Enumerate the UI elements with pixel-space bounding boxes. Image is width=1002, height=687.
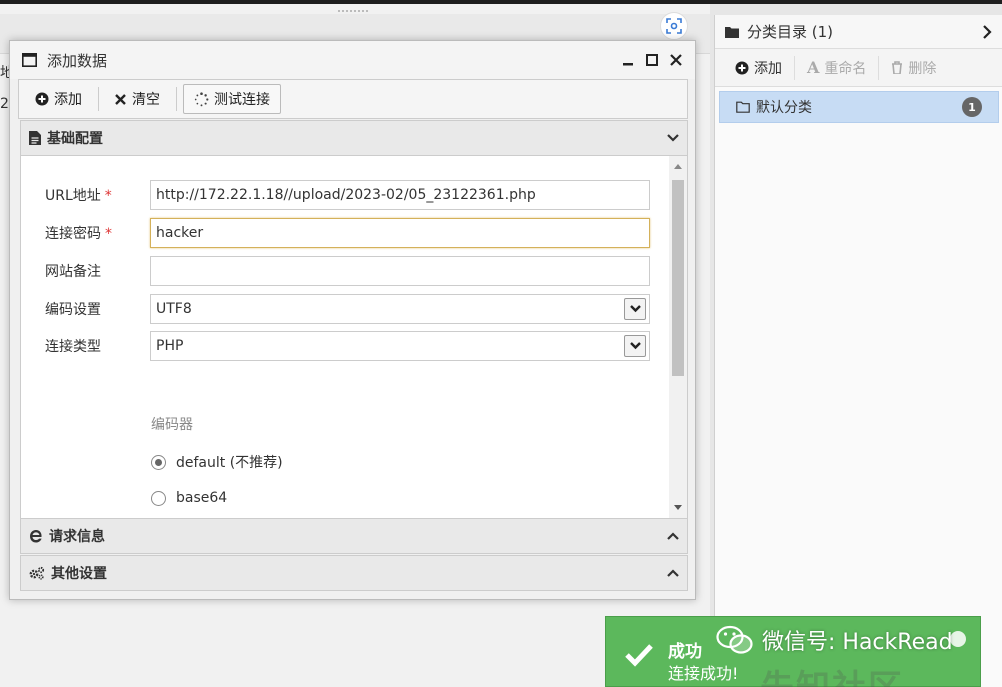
dialog-toolbar: 添加 清空 测试连接 (18, 79, 688, 119)
chevron-up-icon (667, 569, 679, 577)
gears-icon (29, 566, 45, 580)
section-request-title: 请求信息 (49, 529, 105, 545)
add-button-label: 添加 (54, 92, 82, 108)
delete-category-button[interactable]: 删除 (879, 54, 948, 82)
wechat-icon (716, 625, 753, 654)
folder-icon (725, 26, 739, 38)
scroll-thumb[interactable] (672, 180, 684, 376)
test-connection-label: 测试连接 (214, 92, 270, 108)
splitter-handle[interactable] (338, 10, 368, 13)
spinner-icon (194, 91, 209, 106)
add-category-label: 添加 (754, 60, 782, 77)
watermark: 微信号: HackRead (716, 624, 953, 656)
maximize-button[interactable] (645, 51, 659, 70)
x-icon (115, 93, 126, 105)
scroll-up-icon[interactable] (674, 164, 682, 169)
folder-open-icon (736, 101, 750, 113)
type-row: 连接类型 PHP (45, 331, 650, 361)
category-panel-header: 分类目录 (1) (715, 15, 1002, 49)
toast-title: 成功 (668, 642, 702, 662)
url-input[interactable]: http://172.22.1.18//upload/2023-02/05_23… (150, 180, 650, 210)
section-other-title: 其他设置 (51, 566, 107, 582)
plus-circle-icon (35, 92, 49, 106)
section-request-info[interactable]: 请求信息 (20, 518, 688, 554)
minimize-button[interactable] (621, 51, 635, 70)
category-count-badge: 1 (962, 97, 982, 117)
encoder-option-label: base64 (176, 490, 228, 506)
radio-unchecked[interactable] (151, 490, 166, 506)
watermark-text: 微信号: HackRead (762, 630, 953, 655)
encoding-select[interactable]: UTF8 (150, 294, 650, 324)
chevron-down-icon (667, 134, 679, 142)
note-label: 网站备注 (45, 264, 101, 280)
chevron-right-icon[interactable] (982, 24, 992, 39)
required-mark: * (105, 226, 112, 242)
add-category-button[interactable]: 添加 (723, 54, 794, 82)
toast-message: 连接成功! (668, 664, 739, 683)
minimize-icon (623, 62, 633, 65)
required-mark: * (104, 188, 112, 204)
cut-off-row-text: 2 (0, 96, 9, 112)
toolbar-divider (176, 87, 177, 111)
category-panel-title: 分类目录 (1) (747, 23, 834, 41)
note-row: 网站备注 (45, 256, 650, 286)
document-icon (29, 131, 41, 145)
category-item-label: 默认分类 (756, 100, 812, 116)
password-row: 连接密码 * hacker (45, 218, 650, 248)
basic-config-form: URL地址 * http://172.22.1.18//upload/2023-0… (20, 156, 688, 518)
test-connection-button[interactable]: 测试连接 (183, 84, 281, 114)
scan-icon (666, 18, 682, 34)
section-basic-config[interactable]: 基础配置 (20, 120, 688, 156)
scan-button[interactable] (660, 12, 688, 40)
add-button[interactable]: 添加 (25, 84, 92, 114)
section-basic-title: 基础配置 (47, 131, 103, 147)
rename-category-label: 重命名 (824, 60, 867, 77)
chevron-down-icon[interactable] (624, 298, 646, 320)
url-label: URL地址 * (45, 188, 112, 204)
close-icon (670, 53, 682, 66)
rename-category-button[interactable]: A 重命名 (795, 54, 878, 82)
encoder-option-label: default (不推荐) (176, 455, 283, 471)
password-input[interactable]: hacker (150, 218, 650, 248)
trash-icon (892, 61, 903, 74)
category-item-default[interactable]: 默认分类 1 (719, 91, 999, 123)
password-label: 连接密码 * (45, 226, 112, 242)
maximize-icon (646, 53, 658, 66)
checkmark-icon (625, 644, 653, 667)
chevron-down-icon[interactable] (624, 335, 646, 357)
clear-button-label: 清空 (132, 92, 160, 108)
form-scrollbar[interactable] (669, 156, 687, 518)
plus-circle-icon (735, 61, 749, 74)
encoding-label: 编码设置 (45, 302, 101, 318)
encoding-row: 编码设置 UTF8 (45, 294, 650, 324)
type-label: 连接类型 (45, 339, 101, 355)
toolbar-divider (98, 87, 99, 111)
font-icon: A (807, 58, 820, 77)
type-value: PHP (156, 338, 184, 354)
category-toolbar: 添加 A 重命名 删除 (715, 49, 1002, 87)
radio-checked[interactable] (151, 454, 166, 470)
note-input[interactable] (150, 256, 650, 286)
encoder-option-default[interactable]: default (不推荐) (151, 452, 283, 472)
encoder-label: 编码器 (151, 417, 193, 433)
chevron-up-icon (667, 532, 679, 540)
dialog-title: 添加数据 (47, 51, 108, 70)
dialog-titlebar[interactable]: 添加数据 (10, 41, 695, 79)
category-panel: 分类目录 (1) 添加 A 重命名 删除 默认分类 1 (714, 15, 1002, 687)
encoder-option-base64[interactable]: base64 (151, 490, 227, 506)
delete-category-label: 删除 (908, 60, 937, 77)
close-button[interactable] (669, 51, 683, 70)
window-icon (22, 53, 37, 67)
type-select[interactable]: PHP (150, 331, 650, 361)
add-data-dialog: 添加数据 添加 清空 测试连接 基础配置 URL地址 * http://172.2… (9, 40, 696, 600)
scroll-down-icon[interactable] (674, 505, 682, 510)
url-row: URL地址 * http://172.22.1.18//upload/2023-0… (45, 180, 650, 210)
watermark-secondary: 先知社区 (760, 660, 904, 687)
encoding-value: UTF8 (156, 301, 192, 317)
clear-button[interactable]: 清空 (105, 84, 170, 114)
ie-icon (30, 530, 42, 543)
section-other-settings[interactable]: 其他设置 (20, 555, 688, 591)
